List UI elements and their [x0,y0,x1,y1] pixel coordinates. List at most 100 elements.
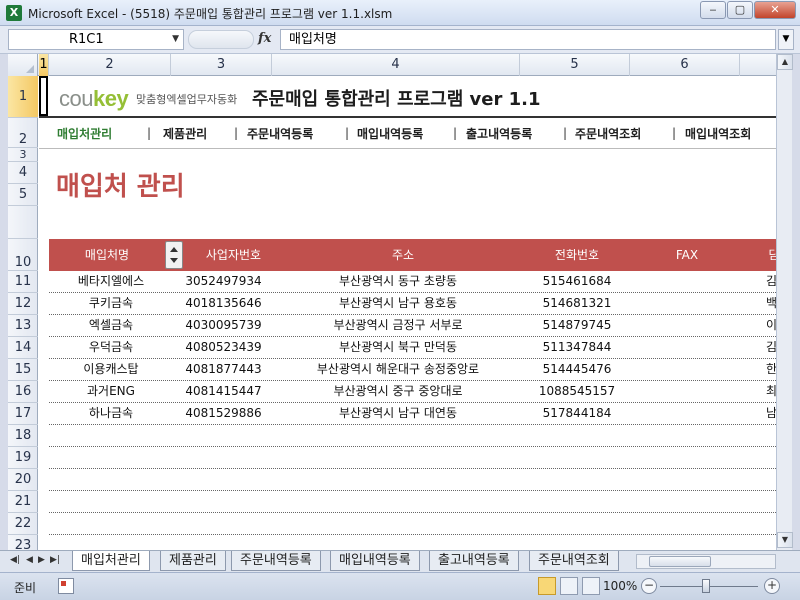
table-row[interactable]: 우덕금속 4080523439 부산광역시 북구 만덕동 511347844 김 [49,337,776,359]
row-header[interactable]: 22 [8,513,38,535]
horizontal-scrollbar[interactable] [636,554,776,569]
cell-business-number[interactable]: 4080523439 [173,337,274,359]
expand-formula-bar-button[interactable]: ▼ [778,29,794,50]
column-header[interactable]: 4 [272,54,520,76]
vertical-scrollbar[interactable]: ▲ ▼ [776,54,793,550]
row-header[interactable]: 16 [8,381,38,403]
cell-phone[interactable]: 515461684 [522,271,632,293]
cell-fax[interactable] [632,271,742,293]
row-header[interactable]: 15 [8,359,38,381]
table-row[interactable]: 베타지엘에스 3052497934 부산광역시 동구 초량동 515461684… [49,271,776,293]
row-header[interactable]: 18 [8,425,38,447]
name-box[interactable]: R1C1 ▼ [8,29,184,50]
function-icon[interactable]: fx [258,31,271,46]
nav-product-management[interactable]: 제품관리 [163,125,207,142]
cell-business-number[interactable]: 3052497934 [173,271,274,293]
cell-contact[interactable]: 남 [766,403,776,425]
sheet-tab-product[interactable]: 제품관리 [160,551,226,571]
cell-supplier-name[interactable]: 하나금속 [49,403,173,425]
cell-fax[interactable] [632,403,742,425]
row-header[interactable]: 13 [8,315,38,337]
sheet-tab-purchase-entry[interactable]: 매입내역등록 [330,551,420,571]
arrow-down-icon[interactable] [170,258,178,263]
macro-record-icon[interactable] [58,578,74,594]
table-row-empty[interactable] [49,469,776,491]
cell-grid[interactable]: coukey 맞춤형엑셀업무자동화 주문매입 통합관리 프로그램 ver 1.1… [39,76,776,550]
row-header[interactable]: 5 [8,184,38,206]
sheet-tab-order-entry[interactable]: 주문내역등록 [231,551,321,571]
cell-address[interactable]: 부산광역시 금정구 서부로 [274,315,522,337]
column-header[interactable]: 6 [630,54,740,76]
first-sheet-icon[interactable]: ◀| [10,555,20,565]
zoom-out-icon[interactable]: − [641,578,657,594]
cell-business-number[interactable]: 4081877443 [173,359,274,381]
cell-phone[interactable]: 514879745 [522,315,632,337]
cell-contact[interactable]: 김 [766,337,776,359]
maximize-button[interactable]: ▢ [727,1,753,19]
cell-contact[interactable]: 김 [766,271,776,293]
row-header[interactable]: 17 [8,403,38,425]
table-row-empty[interactable] [49,447,776,469]
cell-address[interactable]: 부산광역시 북구 만덕동 [274,337,522,359]
column-header[interactable]: 2 [49,54,171,76]
zoom-in-icon[interactable]: + [764,578,780,594]
close-button[interactable]: ✕ [754,1,796,19]
row-header[interactable]: 14 [8,337,38,359]
page-layout-view-icon[interactable] [560,577,578,595]
horizontal-scroll-thumb[interactable] [649,556,711,567]
nav-shipment-entry[interactable]: 출고내역등록 [466,125,532,142]
cell-supplier-name[interactable]: 쿠키금속 [49,293,173,315]
select-all-corner[interactable] [8,54,38,76]
page-break-view-icon[interactable] [582,577,600,595]
cell-address[interactable]: 부산광역시 남구 대연동 [274,403,522,425]
sort-spinner[interactable] [165,241,183,269]
cell-business-number[interactable]: 4081529886 [173,403,274,425]
nav-purchase-inquiry[interactable]: 매입내역조회 [685,125,751,142]
formula-bar-handle[interactable] [188,30,254,49]
cell-address[interactable]: 부산광역시 중구 중앙대로 [274,381,522,403]
cell-contact[interactable]: 한 [766,359,776,381]
column-header[interactable] [740,54,776,76]
cell-business-number[interactable]: 4018135646 [173,293,274,315]
row-header[interactable]: 1 [8,76,38,118]
row-header[interactable]: 3 [8,148,38,162]
table-row[interactable]: 이용캐스탑 4081877443 부산광역시 해운대구 송정중앙로 514445… [49,359,776,381]
chevron-down-icon[interactable]: ▼ [172,30,179,49]
cell-business-number[interactable]: 4081415447 [173,381,274,403]
selected-cell-a1[interactable] [39,76,48,116]
cell-phone[interactable]: 517844184 [522,403,632,425]
next-sheet-icon[interactable]: ▶ [38,555,45,565]
cell-address[interactable]: 부산광역시 동구 초량동 [274,271,522,293]
row-header[interactable]: 2 [8,118,38,148]
table-row-empty[interactable] [49,513,776,535]
row-header[interactable]: 12 [8,293,38,315]
table-row[interactable]: 엑셀금속 4030095739 부산광역시 금정구 서부로 514879745 … [49,315,776,337]
arrow-up-icon[interactable] [170,247,178,252]
cell-supplier-name[interactable]: 이용캐스탑 [49,359,173,381]
cell-contact[interactable]: 최 [766,381,776,403]
zoom-slider-thumb[interactable] [702,579,710,593]
zoom-level[interactable]: 100% [603,579,637,593]
table-row[interactable]: 과거ENG 4081415447 부산광역시 중구 중앙대로 108854515… [49,381,776,403]
nav-order-inquiry[interactable]: 주문내역조회 [575,125,641,142]
cell-supplier-name[interactable]: 과거ENG [49,381,173,403]
cell-business-number[interactable]: 4030095739 [173,315,274,337]
cell-supplier-name[interactable]: 베타지엘에스 [49,271,173,293]
table-row-empty[interactable] [49,425,776,447]
nav-purchase-entry[interactable]: 매입내역등록 [357,125,423,142]
row-header[interactable] [8,206,38,239]
table-row-empty[interactable] [49,491,776,513]
scroll-up-icon[interactable]: ▲ [777,54,793,70]
cell-fax[interactable] [632,359,742,381]
excel-app-icon[interactable]: X [6,5,22,21]
cell-fax[interactable] [632,293,742,315]
scroll-down-icon[interactable]: ▼ [777,532,793,548]
cell-phone[interactable]: 514445476 [522,359,632,381]
row-header[interactable]: 23 [8,535,38,550]
cell-phone[interactable]: 1088545157 [522,381,632,403]
cell-fax[interactable] [632,337,742,359]
cell-address[interactable]: 부산광역시 남구 용호동 [274,293,522,315]
row-header[interactable]: 11 [8,271,38,293]
sheet-tab-order-inquiry[interactable]: 주문내역조회 [529,551,619,571]
row-header[interactable]: 4 [8,162,38,184]
